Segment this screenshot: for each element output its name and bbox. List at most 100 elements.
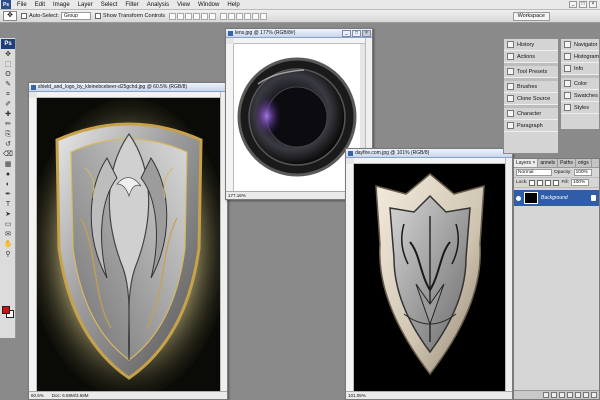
menu-select[interactable]: Select: [97, 2, 122, 8]
distribute-bottom-icon[interactable]: [236, 12, 244, 20]
panel-info-button[interactable]: Info: [561, 63, 599, 75]
panel-navigator-button[interactable]: Navigator: [561, 39, 599, 51]
delete-layer-icon[interactable]: [591, 392, 597, 398]
tool-preset-picker[interactable]: ✥: [3, 11, 17, 21]
menu-filter[interactable]: Filter: [121, 2, 142, 8]
doc-window-dayfire-titlebar[interactable]: dayfire.com.jpg @ 101% (RGB/8): [346, 149, 512, 158]
menu-image[interactable]: Image: [49, 2, 74, 8]
panel-brushes-button[interactable]: Brushes: [504, 81, 558, 93]
lock-all-icon[interactable]: [553, 179, 560, 186]
panel-tool-presets-button[interactable]: Tool Presets: [504, 66, 558, 78]
doc-window-shield-titlebar[interactable]: shield_and_logo_by_kleinebcebeer-d25gchd…: [29, 83, 227, 92]
zoom-readout[interactable]: 60.5%: [31, 393, 44, 398]
menu-edit[interactable]: Edit: [31, 2, 49, 8]
notes-tool[interactable]: ✉: [2, 230, 14, 239]
menu-layer[interactable]: Layer: [74, 2, 97, 8]
minimize-button[interactable]: _: [569, 1, 577, 8]
crop-tool[interactable]: ⌗: [2, 90, 14, 99]
panel-history-button[interactable]: History: [504, 39, 558, 51]
quick-select-tool[interactable]: ✎: [2, 80, 14, 89]
lens-maximize-button[interactable]: □: [352, 29, 361, 37]
marquee-tool[interactable]: ⬚: [2, 60, 14, 69]
panel-histogram-button[interactable]: Histogram: [561, 51, 599, 63]
panel-clone-source-button[interactable]: Clone Source: [504, 93, 558, 105]
panel-styles-button[interactable]: Styles: [561, 102, 599, 114]
dodge-tool[interactable]: ◐: [2, 180, 14, 189]
panel-character-button[interactable]: Character: [504, 108, 558, 120]
new-layer-icon[interactable]: [583, 392, 589, 398]
type-tool[interactable]: T: [2, 200, 14, 209]
menu-analysis[interactable]: Analysis: [143, 2, 173, 8]
layer-mask-icon[interactable]: [559, 392, 565, 398]
distribute-vcenter-icon[interactable]: [228, 12, 236, 20]
panel-actions-button[interactable]: Actions: [504, 51, 558, 63]
distribute-left-icon[interactable]: [244, 12, 252, 20]
zoom-tool[interactable]: ⚲: [2, 250, 14, 259]
visibility-eye-icon[interactable]: [516, 195, 521, 201]
menu-help[interactable]: Help: [223, 2, 243, 8]
lens-minimize-button[interactable]: _: [342, 29, 351, 37]
tab-origs[interactable]: origs: [576, 159, 592, 167]
panel-color-button[interactable]: Color: [561, 78, 599, 90]
eraser-tool[interactable]: ⌫: [2, 150, 14, 159]
shield-canvas[interactable]: [37, 98, 221, 392]
auto-select-dropdown[interactable]: Group: [60, 12, 91, 20]
lock-position-icon[interactable]: [545, 179, 552, 186]
align-right-icon[interactable]: [209, 12, 217, 20]
menu-window[interactable]: Window: [194, 2, 223, 8]
workspace-button[interactable]: Workspace: [512, 11, 550, 21]
distribute-hcenter-icon[interactable]: [252, 12, 260, 20]
align-top-icon[interactable]: [169, 12, 177, 20]
align-hcenter-icon[interactable]: [201, 12, 209, 20]
gradient-tool[interactable]: ▦: [2, 160, 14, 169]
opacity-input[interactable]: 100%: [573, 169, 592, 176]
tab-layers[interactable]: Layers ×: [514, 159, 539, 167]
new-group-icon[interactable]: [575, 392, 581, 398]
distribute-top-icon[interactable]: [220, 12, 228, 20]
shape-tool[interactable]: ▭: [2, 220, 14, 229]
layer-row-background[interactable]: Background: [514, 190, 599, 206]
panel-paragraph-button[interactable]: Paragraph: [504, 120, 558, 132]
layer-style-icon[interactable]: [551, 392, 557, 398]
brush-tool[interactable]: ✏: [2, 120, 14, 129]
align-bottom-icon[interactable]: [185, 12, 193, 20]
options-bar: ✥ Auto-Select: Group Show Transform Cont…: [0, 10, 600, 23]
lens-canvas[interactable]: [234, 44, 360, 191]
zoom-readout[interactable]: 101.05%: [348, 393, 366, 398]
close-button[interactable]: ×: [589, 1, 597, 8]
history-brush-tool[interactable]: ↺: [2, 140, 14, 149]
blur-tool[interactable]: ●: [2, 170, 14, 179]
path-select-tool[interactable]: ➤: [2, 210, 14, 219]
foreground-color-swatch[interactable]: [2, 306, 10, 314]
transform-controls-checkbox[interactable]: [94, 13, 101, 19]
eyedropper-tool[interactable]: ✐: [2, 100, 14, 109]
hand-tool[interactable]: ✋: [2, 240, 14, 249]
auto-select-checkbox[interactable]: [21, 13, 27, 19]
link-layers-icon[interactable]: [543, 392, 549, 398]
healing-tool[interactable]: ✚: [2, 110, 14, 119]
lock-transparency-icon[interactable]: [529, 179, 536, 186]
distribute-right-icon[interactable]: [260, 12, 268, 20]
dayfire-canvas[interactable]: [354, 164, 507, 392]
tab-channels[interactable]: annels: [538, 159, 559, 167]
zoom-readout[interactable]: 177.16%: [228, 193, 246, 198]
tab-paths[interactable]: Paths: [558, 159, 576, 167]
fill-input[interactable]: 100%: [570, 179, 589, 186]
panel-swatches-button[interactable]: Swatches: [561, 90, 599, 102]
blend-mode-select[interactable]: Normal: [516, 169, 552, 176]
lasso-tool[interactable]: ʘ: [2, 70, 14, 79]
align-left-icon[interactable]: [193, 12, 201, 20]
maximize-button[interactable]: □: [579, 1, 587, 8]
lock-pixels-icon[interactable]: [537, 179, 544, 186]
lens-close-button[interactable]: ×: [362, 29, 371, 37]
vertical-scrollbar[interactable]: [505, 158, 512, 391]
adjustment-layer-icon[interactable]: [567, 392, 573, 398]
history-icon: [507, 41, 514, 48]
menu-file[interactable]: File: [13, 2, 31, 8]
menu-view[interactable]: View: [173, 2, 194, 8]
align-vcenter-icon[interactable]: [177, 12, 185, 20]
move-tool[interactable]: ✥: [2, 50, 14, 59]
doc-window-lens-titlebar[interactable]: lens.jpg @ 177% (RGB/8#) _ □ ×: [226, 29, 372, 38]
clone-stamp-tool[interactable]: ⎘: [2, 130, 14, 139]
pen-tool[interactable]: ✒: [2, 190, 14, 199]
